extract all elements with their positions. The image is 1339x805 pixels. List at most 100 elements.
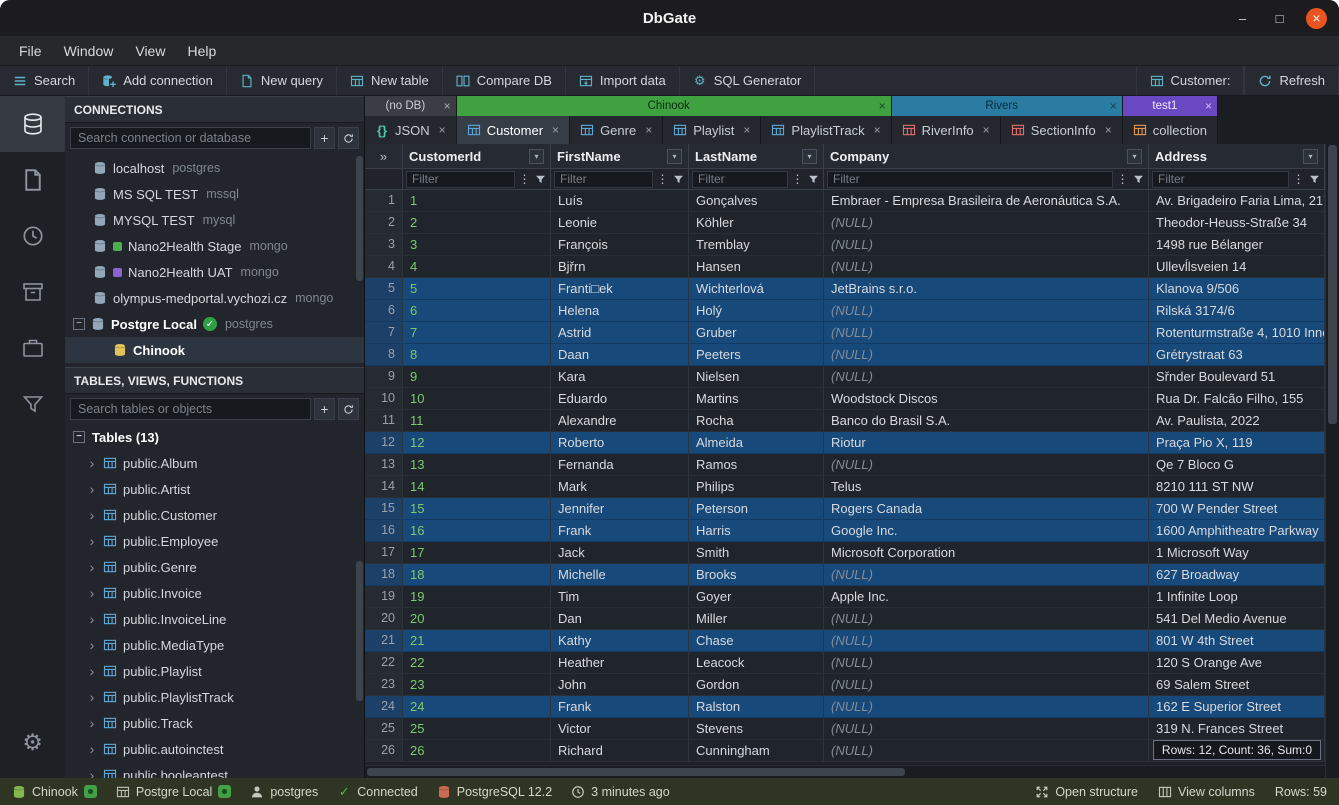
table-row[interactable]: 77AstridGruber(NULL)Rotenturmstraße 4, 1… — [365, 322, 1325, 344]
grid-cell[interactable]: 1 Microsoft Way — [1149, 542, 1325, 563]
close-icon[interactable]: × — [1105, 123, 1112, 137]
table-public-invoice[interactable]: ›public.Invoice — [65, 580, 364, 606]
chevron-right-icon[interactable]: › — [87, 741, 97, 757]
grid-cell[interactable]: Philips — [689, 476, 824, 497]
filter-funnel-icon[interactable] — [1132, 174, 1145, 185]
grid-cell[interactable]: Brooks — [689, 564, 824, 585]
grid-cell[interactable]: JetBrains s.r.o. — [824, 278, 1149, 299]
status-rows-59[interactable]: Rows: 59 — [1275, 785, 1327, 799]
chevron-right-icon[interactable]: › — [87, 767, 97, 778]
row-number[interactable]: 2 — [365, 212, 403, 233]
grid-cell[interactable]: 25 — [403, 718, 551, 739]
grid-cell[interactable]: 541 Del Medio Avenue — [1149, 608, 1325, 629]
grid-cell[interactable]: Klanova 9/506 — [1149, 278, 1325, 299]
table-row[interactable]: 33FrançoisTremblay(NULL)1498 rue Bélange… — [365, 234, 1325, 256]
table-row[interactable]: 99KaraNielsen(NULL)Sřnder Boulevard 51 — [365, 366, 1325, 388]
database-chinook[interactable]: Chinook — [65, 337, 364, 363]
grid-cell[interactable]: Dan — [551, 608, 689, 629]
row-number[interactable]: 14 — [365, 476, 403, 497]
grid-cell[interactable]: 319 N. Frances Street — [1149, 718, 1325, 739]
grid-cell[interactable]: Astrid — [551, 322, 689, 343]
chevron-right-icon[interactable]: › — [87, 585, 97, 601]
grid-cell[interactable]: (NULL) — [824, 300, 1149, 321]
grid-corner-cell[interactable]: » — [365, 144, 403, 168]
grid-cell[interactable]: Woodstock Discos — [824, 388, 1149, 409]
table-row[interactable]: 1818MichelleBrooks(NULL)627 Broadway — [365, 564, 1325, 586]
row-number[interactable]: 20 — [365, 608, 403, 629]
row-number[interactable]: 22 — [365, 652, 403, 673]
grid-cell[interactable]: 8210 111 ST NW — [1149, 476, 1325, 497]
db-group-header-test1[interactable]: test1× — [1123, 96, 1218, 116]
grid-cell[interactable]: Jack — [551, 542, 689, 563]
tab-riverinfo[interactable]: RiverInfo× — [892, 116, 1001, 144]
grid-cell[interactable]: Ramos — [689, 454, 824, 475]
grid-cell[interactable]: Tim — [551, 586, 689, 607]
grid-cell[interactable]: 12 — [403, 432, 551, 453]
grid-cell[interactable]: Qe 7 Bloco G — [1149, 454, 1325, 475]
grid-cell[interactable]: 20 — [403, 608, 551, 629]
grid-cell[interactable]: Kara — [551, 366, 689, 387]
connection-postgre-local[interactable]: −Postgre Local✓postgres — [65, 311, 364, 337]
menu-window[interactable]: Window — [53, 39, 125, 63]
table-row[interactable]: 2424FrankRalston(NULL)162 E Superior Str… — [365, 696, 1325, 718]
grid-cell[interactable]: Banco do Brasil S.A. — [824, 410, 1149, 431]
grid-cell[interactable]: Goyer — [689, 586, 824, 607]
grid-cell[interactable]: 11 — [403, 410, 551, 431]
grid-cell[interactable]: Telus — [824, 476, 1149, 497]
grid-cell[interactable]: Cunningham — [689, 740, 824, 761]
status-connected[interactable]: ✓Connected — [337, 785, 417, 799]
db-group-header-no-db[interactable]: (no DB)× — [365, 96, 457, 116]
grid-cell[interactable]: François — [551, 234, 689, 255]
grid-cell[interactable]: 6 — [403, 300, 551, 321]
row-number[interactable]: 5 — [365, 278, 403, 299]
table-public-employee[interactable]: ›public.Employee — [65, 528, 364, 554]
row-number[interactable]: 18 — [365, 564, 403, 585]
filter-input-firstname[interactable] — [554, 171, 653, 188]
column-header-address[interactable]: Address▾ — [1149, 144, 1325, 168]
grid-cell[interactable]: (NULL) — [824, 674, 1149, 695]
table-public-customer[interactable]: ›public.Customer — [65, 502, 364, 528]
grid-cell[interactable]: Harris — [689, 520, 824, 541]
status-3-minutes-ago[interactable]: 3 minutes ago — [571, 785, 670, 799]
vertical-scrollbar[interactable] — [1325, 144, 1339, 778]
table-row[interactable]: 88DaanPeeters(NULL)Grétrystraat 63 — [365, 344, 1325, 366]
menu-help[interactable]: Help — [176, 39, 227, 63]
chevron-right-icon[interactable]: › — [87, 611, 97, 627]
table-row[interactable]: 1010EduardoMartinsWoodstock DiscosRua Dr… — [365, 388, 1325, 410]
grid-cell[interactable]: Peeters — [689, 344, 824, 365]
grid-cell[interactable]: (NULL) — [824, 366, 1149, 387]
column-dropdown-icon[interactable]: ▾ — [1303, 149, 1318, 164]
grid-cell[interactable]: Rua Dr. Falcão Filho, 155 — [1149, 388, 1325, 409]
sidebar-scrollbar[interactable] — [356, 156, 363, 281]
tables-search-input[interactable] — [70, 398, 311, 420]
filter-menu-icon[interactable]: ⋮ — [1292, 172, 1305, 186]
grid-cell[interactable]: (NULL) — [824, 322, 1149, 343]
grid-cell[interactable]: 13 — [403, 454, 551, 475]
grid-cell[interactable]: Grétrystraat 63 — [1149, 344, 1325, 365]
row-number[interactable]: 16 — [365, 520, 403, 541]
tables-scrollbar[interactable] — [356, 561, 363, 701]
tab-customer[interactable]: Customer× — [457, 116, 570, 144]
add-table-plus-button[interactable]: + — [314, 398, 335, 420]
row-number[interactable]: 26 — [365, 740, 403, 761]
close-icon[interactable]: × — [645, 123, 652, 137]
column-dropdown-icon[interactable]: ▾ — [667, 149, 682, 164]
grid-cell[interactable]: Rogers Canada — [824, 498, 1149, 519]
grid-cell[interactable]: 7 — [403, 322, 551, 343]
grid-cell[interactable]: Eduardo — [551, 388, 689, 409]
close-icon[interactable]: × — [879, 99, 886, 113]
grid-cell[interactable]: Peterson — [689, 498, 824, 519]
status-postgresql-12-2[interactable]: PostgreSQL 12.2 — [437, 785, 552, 799]
row-number[interactable]: 9 — [365, 366, 403, 387]
table-row[interactable]: 1616FrankHarrisGoogle Inc.1600 Amphithea… — [365, 520, 1325, 542]
row-number[interactable]: 1 — [365, 190, 403, 211]
grid-cell[interactable]: Nielsen — [689, 366, 824, 387]
filter-input-address[interactable] — [1152, 171, 1289, 188]
row-number[interactable]: 15 — [365, 498, 403, 519]
grid-cell[interactable]: 26 — [403, 740, 551, 761]
grid-cell[interactable]: 17 — [403, 542, 551, 563]
table-row[interactable]: 55Franti□ekWichterlováJetBrains s.r.o.Kl… — [365, 278, 1325, 300]
grid-cell[interactable]: 1 — [403, 190, 551, 211]
close-icon[interactable]: × — [743, 123, 750, 137]
grid-cell[interactable]: 15 — [403, 498, 551, 519]
